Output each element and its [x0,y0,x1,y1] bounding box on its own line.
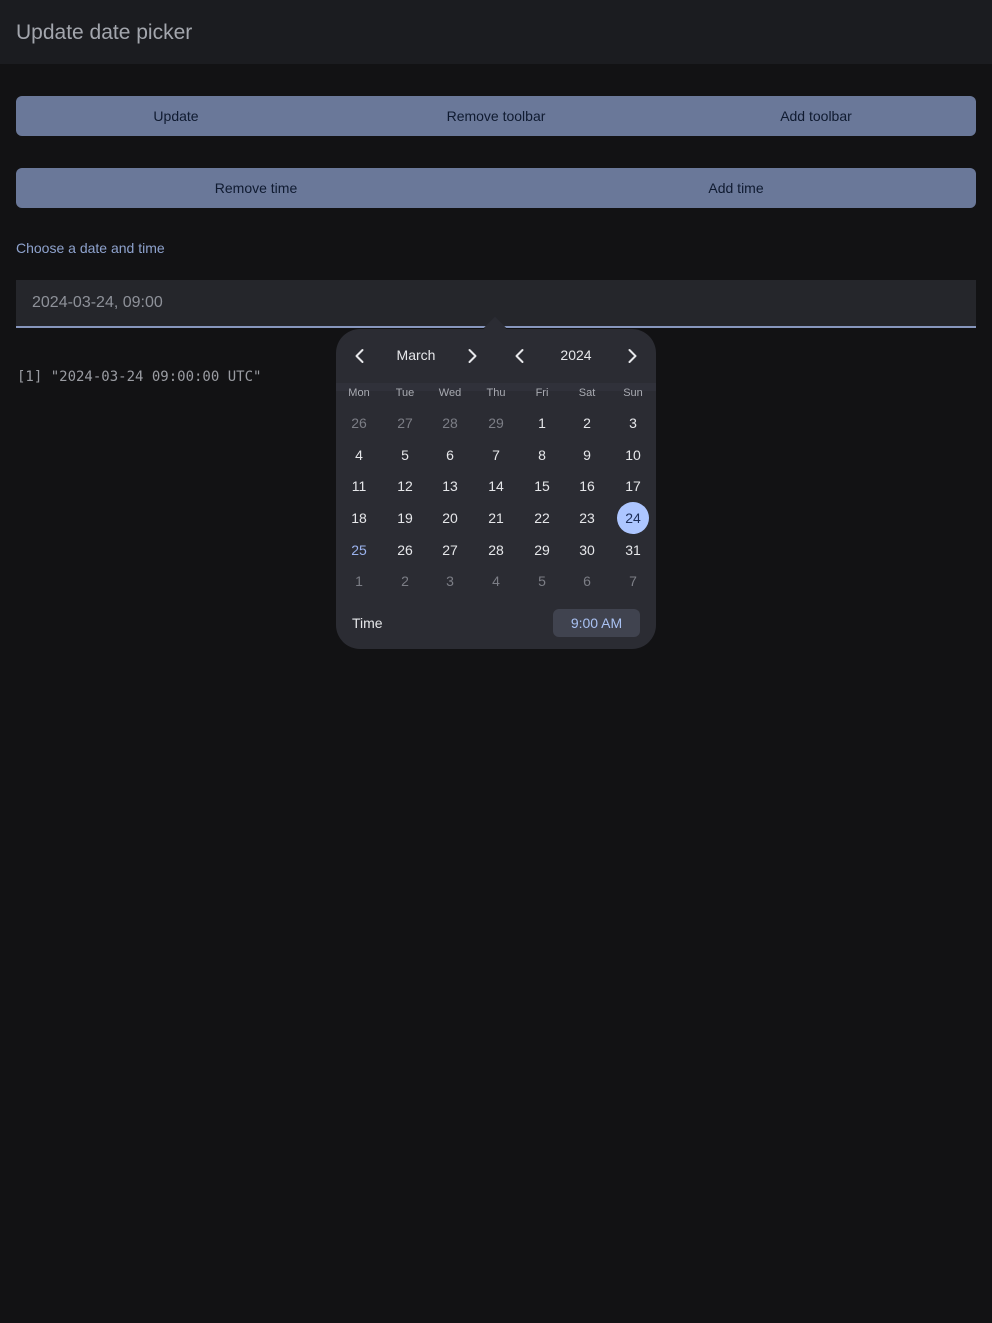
day-cell[interactable]: 19 [389,502,421,534]
app-title: Update date picker [16,21,193,44]
day-cell[interactable]: 11 [343,470,375,502]
day-cell[interactable]: 3 [617,407,649,439]
chevron-left-icon [355,349,364,363]
next-month-button[interactable] [462,342,482,370]
day-cell[interactable]: 26 [389,534,421,566]
prev-month-button[interactable] [350,342,370,370]
chevron-right-icon [468,349,477,363]
weekday-label: Sat [578,387,596,399]
day-cell[interactable]: 9 [571,439,603,471]
date-time-input-value: 2024-03-24, 09:00 [32,294,163,311]
weekday-label: Mon [348,387,370,399]
day-cell[interactable]: 4 [343,439,375,471]
time-row: Time 9:00 AM [336,593,656,649]
time-value-button[interactable]: 9:00 AM [553,609,640,637]
weekday-label: Thu [486,387,506,399]
day-cell[interactable]: 10 [617,439,649,471]
time-button-group: Remove time Add time [16,168,976,208]
weekday-label: Sun [623,387,643,399]
day-cell[interactable]: 2 [571,407,603,439]
remove-time-button[interactable]: Remove time [16,168,496,208]
day-cell[interactable]: 12 [389,470,421,502]
day-cell[interactable]: 26 [343,407,375,439]
weekday-label: Fri [535,387,549,399]
picker-header: March 2024 [336,329,656,383]
day-cell[interactable]: 28 [480,534,512,566]
day-cell[interactable]: 27 [389,407,421,439]
day-cell[interactable]: 18 [343,502,375,534]
day-cell[interactable]: 5 [389,439,421,471]
day-cell[interactable]: 29 [480,407,512,439]
day-cell[interactable]: 27 [434,534,466,566]
day-cell[interactable]: 7 [480,439,512,471]
day-cell[interactable]: 14 [480,470,512,502]
date-picker-popover: March 2024 Mon Tue Wed Thu Fri Sat Sun 2… [336,329,656,649]
time-label: Time [352,615,383,631]
day-cell[interactable]: 30 [571,534,603,566]
year-label[interactable]: 2024 [536,347,616,363]
update-button[interactable]: Update [16,96,336,136]
day-cell[interactable]: 6 [434,439,466,471]
next-year-button[interactable] [622,342,642,370]
date-field-label: Choose a date and time [16,240,165,256]
chevron-left-icon [515,349,524,363]
prev-year-button[interactable] [510,342,530,370]
day-cell[interactable]: 29 [526,534,558,566]
day-cell[interactable]: 28 [434,407,466,439]
day-cell[interactable]: 8 [526,439,558,471]
day-cell[interactable]: 13 [434,470,466,502]
chevron-right-icon [628,349,637,363]
day-cell[interactable]: 25 [343,534,375,566]
add-time-button[interactable]: Add time [496,168,976,208]
weekday-row: Mon Tue Wed Thu Fri Sat Sun [336,387,656,403]
day-cell[interactable]: 23 [571,502,603,534]
day-cell[interactable]: 1 [526,407,558,439]
day-cell[interactable]: 17 [617,470,649,502]
console-output: [1] "2024-03-24 09:00:00 UTC" [17,369,262,385]
add-toolbar-button[interactable]: Add toolbar [656,96,976,136]
day-cell[interactable]: 21 [480,502,512,534]
weekday-label: Tue [395,387,415,399]
day-cell[interactable]: 16 [571,470,603,502]
month-label[interactable]: March [376,347,456,363]
day-cell[interactable]: 15 [526,470,558,502]
app-header: Update date picker [0,0,992,64]
day-cell[interactable]: 20 [434,502,466,534]
remove-toolbar-button[interactable]: Remove toolbar [336,96,656,136]
day-cell[interactable]: 31 [617,534,649,566]
toolbar-button-group: Update Remove toolbar Add toolbar [16,96,976,136]
day-cell[interactable]: 22 [526,502,558,534]
weekday-label: Wed [438,387,462,399]
selected-day-cell[interactable]: 24 [617,502,649,534]
